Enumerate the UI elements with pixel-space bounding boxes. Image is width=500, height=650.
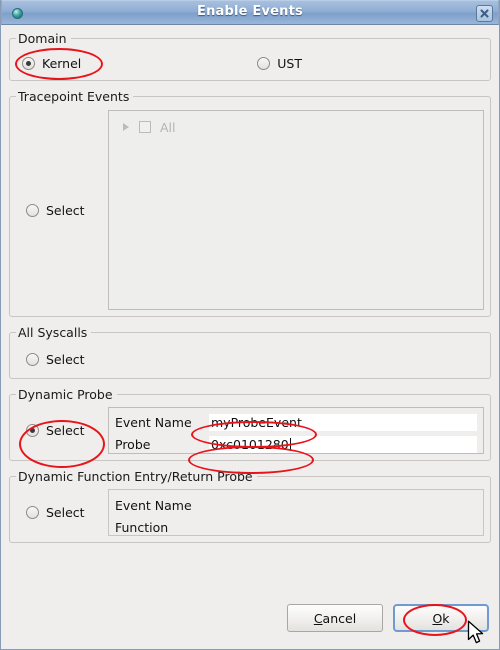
dialog-button-bar: Cancel Ok	[287, 604, 489, 632]
function-event-name-label: Event Name	[115, 497, 192, 513]
title-bar[interactable]: Enable Events	[1, 0, 499, 25]
chevron-right-icon[interactable]	[123, 123, 129, 131]
domain-ust-label: UST	[277, 55, 303, 71]
dynamic-probe-group: Dynamic Probe Select Event Name myProbeE…	[9, 387, 491, 461]
tracepoint-select-label: Select	[46, 202, 85, 218]
domain-kernel-radio[interactable]: Kernel	[22, 56, 81, 71]
cancel-mnemonic: C	[313, 610, 323, 626]
domain-group: Domain Kernel UST	[9, 31, 491, 81]
function-event-name-row: Event Name	[115, 494, 477, 516]
radio-indicator-tracepoint	[26, 203, 39, 217]
cancel-button[interactable]: Cancel	[287, 604, 383, 632]
radio-indicator-kernel	[22, 56, 35, 70]
dynamic-probe-select-radio[interactable]: Select	[26, 423, 85, 438]
probe-input[interactable]: 0xc0101280	[209, 435, 477, 453]
event-name-value: myProbeEvent	[211, 414, 302, 430]
function-row: Function	[115, 516, 477, 538]
domain-ust-radio[interactable]: UST	[257, 56, 302, 71]
ok-button[interactable]: Ok	[393, 604, 489, 632]
probe-label: Probe	[115, 436, 151, 452]
tracepoint-select-radio[interactable]: Select	[26, 203, 85, 218]
function-label: Function	[115, 519, 169, 535]
radio-indicator-dynamic-function	[26, 506, 39, 519]
all-syscalls-legend: All Syscalls	[18, 325, 88, 340]
tracepoint-events-legend: Tracepoint Events	[18, 89, 130, 104]
ok-mnemonic: O	[432, 610, 443, 626]
enable-events-dialog: Enable Events Domain Kernel UST Tracepoi…	[0, 0, 500, 650]
dynamic-probe-fields: Event Name myProbeEvent Probe 0xc0101280	[108, 407, 484, 454]
radio-indicator-ust	[257, 56, 271, 70]
dialog-content: Domain Kernel UST Tracepoint Events Sele…	[1, 25, 499, 543]
window-title: Enable Events	[197, 4, 303, 19]
event-name-label: Event Name	[115, 414, 192, 430]
domain-group-legend: Domain	[18, 31, 67, 46]
close-icon[interactable]	[476, 5, 493, 22]
checkbox-unchecked-icon[interactable]	[139, 121, 151, 133]
cancel-label-rest: ancel	[322, 610, 357, 626]
all-syscalls-group: All Syscalls Select	[9, 325, 491, 379]
all-syscalls-select-label: Select	[46, 351, 85, 367]
event-name-input[interactable]: myProbeEvent	[209, 413, 477, 431]
domain-kernel-label: Kernel	[42, 55, 82, 71]
tracepoint-events-group: Tracepoint Events Select All	[9, 89, 491, 317]
probe-row: Probe 0xc0101280	[115, 433, 477, 455]
dynamic-function-probe-group: Dynamic Function Entry/Return Probe Sele…	[9, 469, 491, 543]
all-syscalls-select-radio[interactable]: Select	[26, 352, 85, 367]
text-caret	[289, 437, 291, 451]
dynamic-function-probe-select-label: Select	[46, 505, 85, 520]
dynamic-function-probe-select-radio[interactable]: Select	[26, 505, 85, 520]
tracepoint-events-tree[interactable]: All	[108, 110, 484, 310]
dynamic-function-probe-legend: Dynamic Function Entry/Return Probe	[18, 469, 253, 484]
dynamic-probe-legend: Dynamic Probe	[18, 387, 113, 402]
radio-indicator-dynamic-probe	[26, 424, 39, 437]
radio-indicator-syscalls	[26, 352, 39, 366]
event-name-row: Event Name myProbeEvent	[115, 411, 477, 433]
probe-value: 0xc0101280	[211, 436, 289, 452]
ok-label-rest: k	[442, 610, 450, 626]
dynamic-function-probe-fields: Event Name Function	[108, 489, 484, 536]
tree-item-all[interactable]: All	[113, 117, 479, 137]
tree-item-all-label: All	[160, 119, 176, 135]
dynamic-probe-select-label: Select	[46, 423, 85, 438]
